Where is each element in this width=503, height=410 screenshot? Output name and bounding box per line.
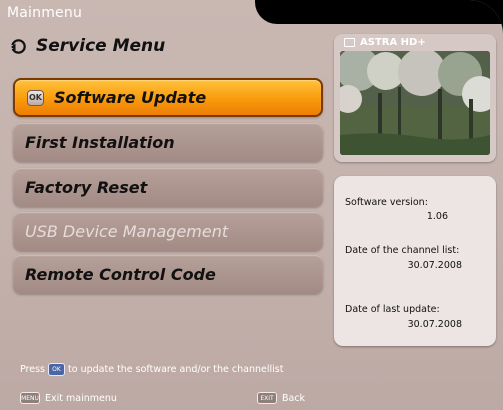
back-arrow-icon [10,38,27,55]
channel-list-date-value: 30.07.2008 [407,260,462,271]
software-info-panel: Software version: 1.06 Date of the chann… [334,176,496,346]
hint-prefix: Press [20,364,46,375]
menu-item-first-installation[interactable]: First Installation [13,123,323,162]
last-update-date-label: Date of last update: [345,304,440,315]
menu-item-remote-control-code[interactable]: Remote Control Code [13,255,323,294]
last-update-date-value: 30.07.2008 [407,319,462,330]
menu-key-icon: MENU [20,392,40,404]
channel-name: ASTRA HD+ [360,37,426,48]
help-hint: Press OK to update the software and/or t… [20,363,283,376]
menu-item-label: Factory Reset [25,178,148,197]
channel-label: ASTRA HD+ [344,37,426,48]
menu-item-software-update[interactable]: OK Software Update [13,78,323,117]
software-version-value: 1.06 [426,211,448,222]
menu-item-label: First Installation [25,133,175,152]
menu-item-usb-device-management: USB Device Management [13,212,323,251]
tv-icon [344,38,355,47]
service-menu-title: Service Menu [10,36,165,56]
back-label: Back [282,392,306,404]
menu-item-label: Software Update [54,88,207,107]
page-title: Service Menu [36,36,166,56]
exit-key-icon: EXIT [257,392,277,404]
channel-preview-panel: ASTRA HD+ [334,34,496,162]
service-menu-screen: Mainmenu Service Menu OK Software Update… [0,0,503,410]
preview-scene [340,51,490,155]
software-version-label: Software version: [345,197,428,208]
exit-label: Exit mainmenu [45,392,117,404]
preview-video [340,51,490,155]
back-button[interactable]: EXIT Back [257,392,305,404]
hint-text: to update the software and/or the channe… [68,364,284,375]
top-black-band [255,0,503,24]
menu-item-label: Remote Control Code [25,265,216,284]
exit-mainmenu-button[interactable]: MENU Exit mainmenu [20,392,117,404]
channel-list-date-label: Date of the channel list: [345,245,460,256]
ok-button-icon: OK [27,89,44,106]
menu-item-label: USB Device Management [25,222,229,241]
menu-item-factory-reset[interactable]: Factory Reset [13,168,323,207]
ok-key-icon: OK [48,363,66,376]
mainmenu-label: Mainmenu [7,5,83,21]
